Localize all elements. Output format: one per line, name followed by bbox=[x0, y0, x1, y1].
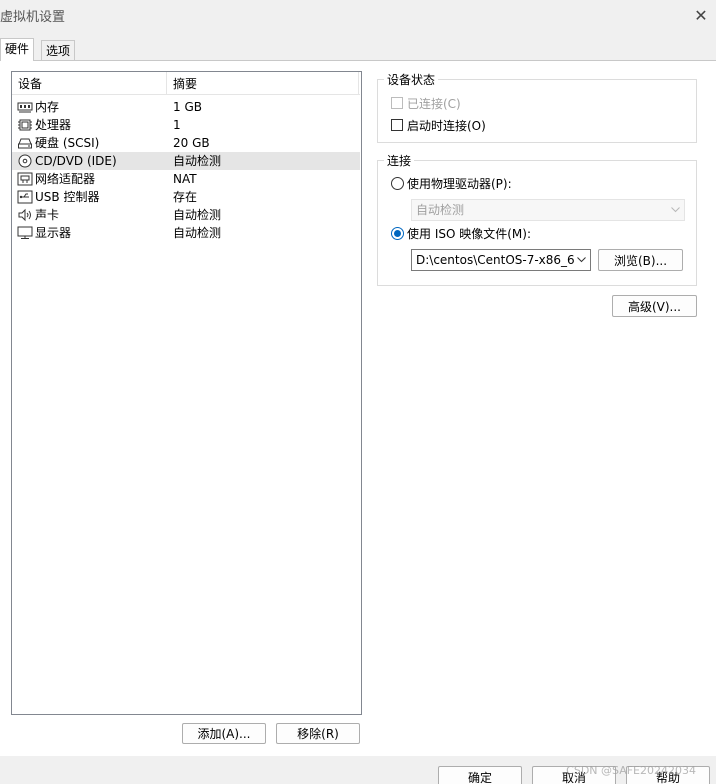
chevron-down-icon bbox=[669, 200, 681, 220]
iso-path-value: D:\centos\CentOS-7-x86_64 bbox=[416, 253, 583, 267]
connect-at-power-on-checkbox[interactable] bbox=[391, 119, 403, 131]
processor-icon bbox=[17, 118, 33, 132]
column-header-device[interactable]: 设备 bbox=[12, 72, 167, 94]
device-name: 显示器 bbox=[35, 226, 72, 240]
connection-title: 连接 bbox=[384, 152, 415, 169]
tab-options[interactable]: 选项 bbox=[41, 40, 76, 61]
device-name: 处理器 bbox=[35, 118, 72, 132]
vm-settings-window: 虚拟机设置 ✕ 硬件 选项 设备 摘要 内存 1 GB 处理器 1 硬盘 (SC… bbox=[0, 0, 716, 784]
tab-hardware[interactable]: 硬件 bbox=[0, 38, 35, 61]
tab-strip: 硬件 选项 bbox=[0, 38, 716, 61]
iso-image-radio[interactable] bbox=[391, 227, 404, 240]
close-icon: ✕ bbox=[694, 5, 708, 25]
usb-icon bbox=[17, 190, 33, 204]
connection-group: 连接 使用物理驱动器(P): 自动检测 使用 ISO 映像文件(M): D:\c… bbox=[377, 152, 697, 286]
device-row-processor[interactable]: 处理器 1 bbox=[12, 116, 360, 134]
watermark: CSDN @SAFE20242034 bbox=[566, 764, 696, 777]
physical-drive-label: 使用物理驱动器(P): bbox=[407, 177, 512, 191]
device-status-title: 设备状态 bbox=[384, 71, 439, 88]
device-summary: 20 GB bbox=[173, 136, 210, 150]
speaker-icon bbox=[17, 208, 33, 222]
device-summary: 存在 bbox=[173, 190, 198, 204]
device-rows: 内存 1 GB 处理器 1 硬盘 (SCSI) 20 GB CD/DVD (ID… bbox=[12, 98, 360, 242]
physical-drive-value: 自动检测 bbox=[416, 203, 465, 217]
close-button[interactable]: ✕ bbox=[690, 4, 712, 26]
column-header-summary[interactable]: 摘要 bbox=[167, 72, 359, 94]
browse-button[interactable]: 浏览(B)... bbox=[598, 249, 683, 271]
network-adapter-icon bbox=[17, 172, 33, 186]
window-title: 虚拟机设置 bbox=[0, 10, 66, 25]
device-name: CD/DVD (IDE) bbox=[35, 154, 117, 168]
title-bar: 虚拟机设置 ✕ bbox=[0, 0, 716, 30]
device-row-display[interactable]: 显示器 自动检测 bbox=[12, 224, 360, 242]
device-name: 硬盘 (SCSI) bbox=[35, 136, 100, 150]
device-summary: 1 bbox=[173, 118, 181, 132]
iso-image-label: 使用 ISO 映像文件(M): bbox=[407, 227, 531, 241]
device-row-cd-dvd[interactable]: CD/DVD (IDE) 自动检测 bbox=[12, 152, 360, 170]
add-device-button[interactable]: 添加(A)... bbox=[182, 723, 266, 744]
device-row-usb-controller[interactable]: USB 控制器 存在 bbox=[12, 188, 360, 206]
hard-disk-icon bbox=[17, 136, 33, 150]
ok-button[interactable]: 确定 bbox=[438, 766, 522, 784]
device-list-header: 设备 摘要 bbox=[12, 72, 360, 95]
chevron-down-icon[interactable] bbox=[575, 250, 587, 270]
device-name: USB 控制器 bbox=[35, 190, 100, 204]
device-row-sound-card[interactable]: 声卡 自动检测 bbox=[12, 206, 360, 224]
cd-dvd-icon bbox=[17, 154, 33, 168]
device-summary: 1 GB bbox=[173, 100, 202, 114]
hardware-panel: 设备 摘要 内存 1 GB 处理器 1 硬盘 (SCSI) 20 GB CD/D… bbox=[0, 60, 716, 757]
remove-device-button[interactable]: 移除(R) bbox=[276, 723, 360, 744]
physical-drive-select[interactable]: 自动检测 bbox=[411, 199, 685, 221]
device-row-memory[interactable]: 内存 1 GB bbox=[12, 98, 360, 116]
device-row-hard-disk[interactable]: 硬盘 (SCSI) 20 GB bbox=[12, 134, 360, 152]
device-name: 网络适配器 bbox=[35, 172, 96, 186]
monitor-icon bbox=[17, 226, 33, 240]
device-status-group: 设备状态 已连接(C) 启动时连接(O) bbox=[377, 71, 697, 143]
connected-checkbox[interactable] bbox=[391, 97, 403, 109]
device-summary: 自动检测 bbox=[173, 226, 222, 240]
device-name: 内存 bbox=[35, 100, 60, 114]
device-row-network-adapter[interactable]: 网络适配器 NAT bbox=[12, 170, 360, 188]
device-summary: 自动检测 bbox=[173, 208, 222, 222]
iso-path-combo[interactable]: D:\centos\CentOS-7-x86_64 bbox=[411, 249, 591, 271]
physical-drive-radio[interactable] bbox=[391, 177, 404, 190]
advanced-button[interactable]: 高级(V)... bbox=[612, 295, 697, 317]
memory-icon bbox=[17, 100, 33, 114]
device-summary: 自动检测 bbox=[173, 154, 222, 168]
device-summary: NAT bbox=[173, 172, 197, 186]
connect-at-power-on-label: 启动时连接(O) bbox=[407, 119, 486, 133]
connected-label: 已连接(C) bbox=[407, 97, 461, 111]
device-list[interactable]: 设备 摘要 内存 1 GB 处理器 1 硬盘 (SCSI) 20 GB CD/D… bbox=[11, 71, 362, 715]
device-name: 声卡 bbox=[35, 208, 60, 222]
